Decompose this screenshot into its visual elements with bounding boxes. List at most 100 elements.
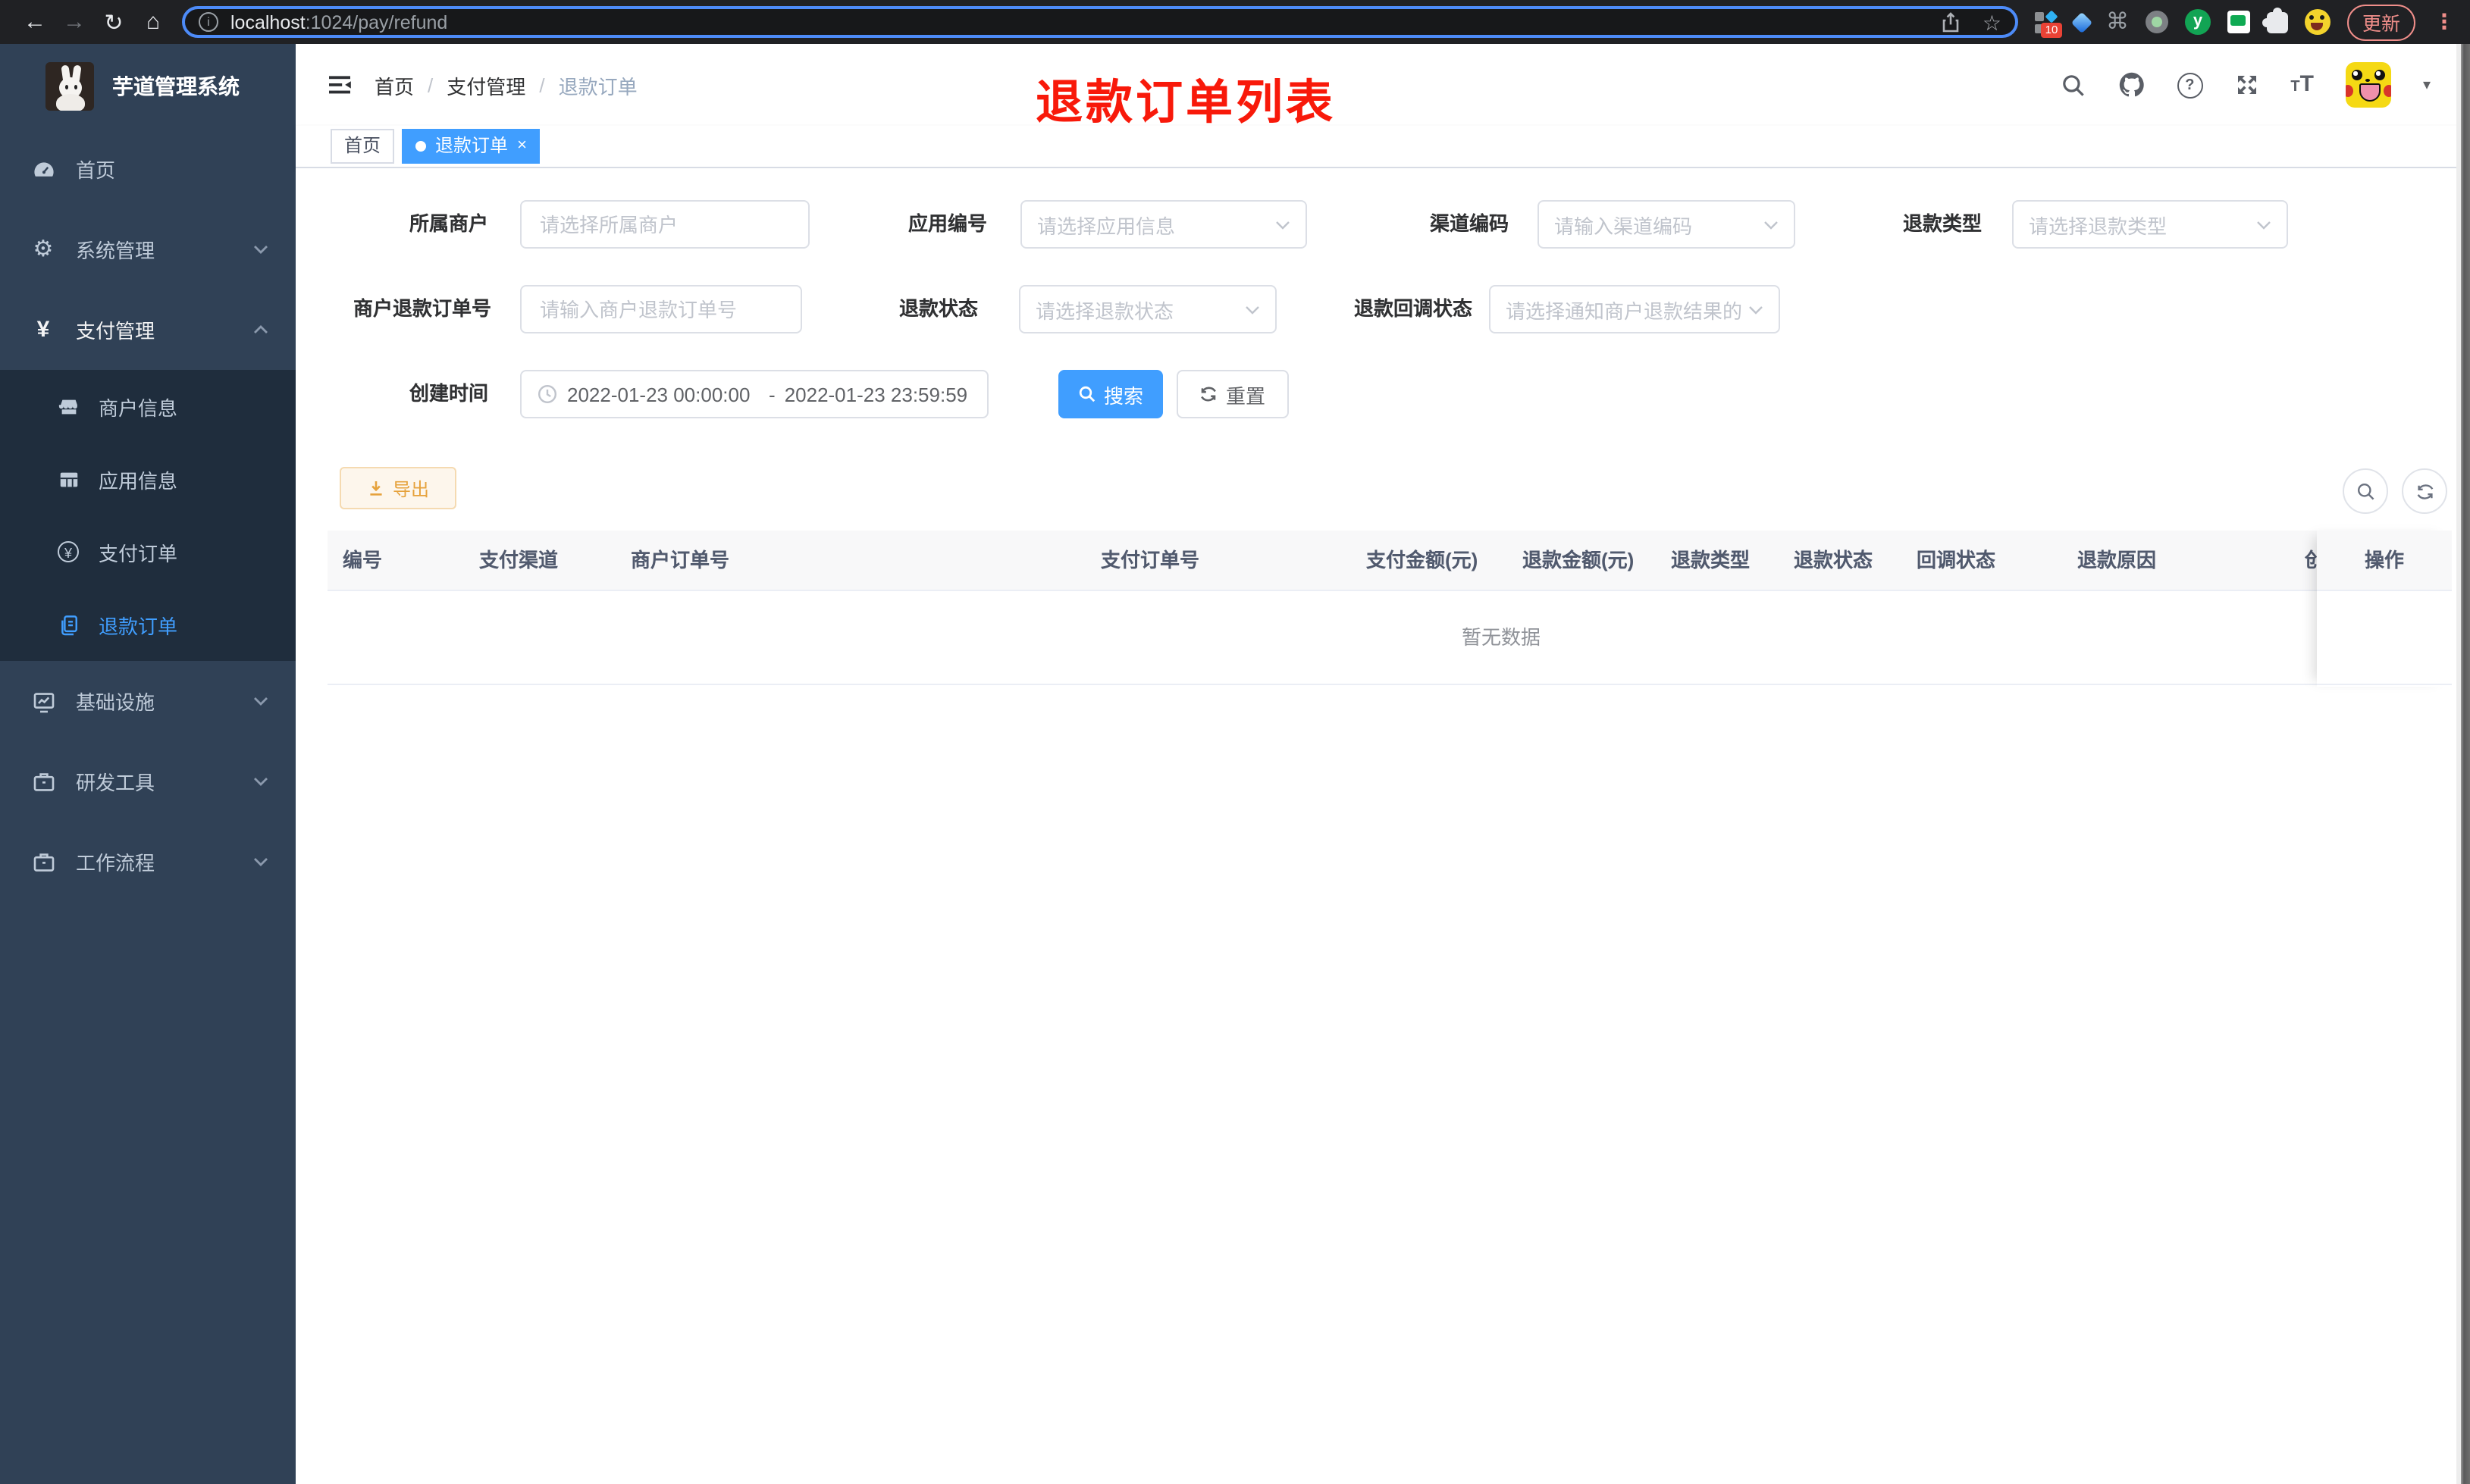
export-button[interactable]: 导出 [340, 467, 456, 509]
sidebar-item-devtools[interactable]: 研发工具 [0, 741, 296, 822]
breadcrumb: 首页 / 支付管理 / 退款订单 [375, 70, 638, 99]
app-select[interactable]: 请选择应用信息 [1020, 200, 1307, 249]
sidebar-item-workflow[interactable]: 工作流程 [0, 822, 296, 902]
font-size-icon[interactable]: TT [2290, 72, 2314, 98]
tab-refund-order[interactable]: 退款订单 × [402, 129, 541, 164]
select-placeholder: 请选择退款状态 [1036, 299, 1174, 322]
chevron-down-icon [2256, 219, 2271, 230]
notify-status-select[interactable]: 请选择通知商户退款结果的 [1489, 285, 1780, 333]
grid-diamond [2045, 9, 2058, 23]
page-annotation: 退款订单列表 [1036, 76, 1336, 129]
browser-menu-icon[interactable]: ⋮ [2432, 9, 2455, 35]
column-header: 回调状态 [1917, 549, 1996, 571]
chevron-down-icon [253, 243, 268, 254]
search-button-label: 搜索 [1103, 384, 1143, 407]
chevron-down-icon [1763, 219, 1779, 230]
download-icon [367, 479, 385, 497]
column-header: 商户订单号 [631, 549, 730, 571]
sidebar-item-label: 研发工具 [76, 772, 155, 794]
sidebar-item-label: 退款订单 [99, 615, 178, 637]
extension-grid-icon[interactable]: 10 [2033, 9, 2062, 37]
yen-icon: ¥ [36, 317, 50, 343]
search-button[interactable]: 搜索 [1058, 370, 1163, 418]
close-icon[interactable]: × [517, 137, 527, 155]
briefcase-icon [30, 850, 56, 874]
refresh-table-button[interactable] [2402, 468, 2447, 514]
tab-label: 退款订单 [435, 135, 509, 156]
browser-forward-icon[interactable]: → [55, 9, 94, 35]
extension-chat-icon[interactable] [2227, 11, 2250, 33]
sidebar-item-infra[interactable]: 基础设施 [0, 661, 296, 741]
address-bar[interactable]: i localhost:1024/pay/refund ☆ [182, 6, 2018, 38]
sidebar-fold-icon[interactable] [326, 71, 353, 99]
merchant-input[interactable] [520, 200, 810, 249]
tab-home[interactable]: 首页 [331, 129, 395, 164]
emoji-eye [2309, 15, 2315, 20]
breadcrumb-pay[interactable]: 支付管理 [447, 70, 525, 99]
sidebar-item-merchant-info[interactable]: 商户信息 [0, 370, 296, 443]
browser-update-button[interactable]: 更新 [2346, 4, 2415, 40]
fullscreen-icon[interactable] [2234, 73, 2258, 97]
extension-gem-icon[interactable] [2070, 11, 2093, 33]
merchant-refund-no-input[interactable] [520, 285, 802, 333]
sidebar-item-pay[interactable]: ¥ 支付管理 [0, 290, 296, 370]
table-fixed-actions-column: 操作 [2317, 531, 2452, 687]
chevron-up-icon [253, 324, 268, 334]
sidebar-item-refund-order[interactable]: 退款订单 [0, 588, 296, 661]
table-empty-row [328, 591, 2452, 685]
bookmark-star-icon[interactable]: ☆ [1983, 11, 2001, 33]
sidebar-item-home[interactable]: 首页 [0, 129, 296, 209]
column-header: 支付渠道 [479, 549, 559, 571]
filter-label-merchant: 所属商户 [409, 212, 488, 235]
create-time-range-picker[interactable]: 2022-01-23 00:00:00 - 2022-01-23 23:59:5… [520, 370, 989, 418]
refund-type-select[interactable]: 请选择退款类型 [2012, 200, 2288, 249]
select-placeholder: 请选择通知商户退款结果的 [1506, 299, 1743, 322]
chevron-down-icon [1245, 304, 1260, 315]
sidebar-item-label: 系统管理 [76, 240, 155, 262]
sidebar-item-system[interactable]: ⚙ 系统管理 [0, 209, 296, 290]
extension-circle-icon[interactable] [2145, 11, 2168, 33]
sidebar-logo-row[interactable]: 芋道管理系统 [0, 44, 296, 129]
breadcrumb-home[interactable]: 首页 [375, 70, 414, 99]
extension-puzzle-icon[interactable] [2262, 7, 2288, 33]
sidebar-item-pay-order[interactable]: ¥ 支付订单 [0, 515, 296, 588]
chevron-down-icon [253, 695, 268, 706]
tab-label: 首页 [344, 135, 381, 156]
extension-command-icon[interactable]: ⌘ [2106, 11, 2129, 33]
content-area [296, 168, 2470, 1484]
grid-square [2034, 11, 2044, 20]
site-info-icon[interactable]: i [199, 12, 218, 32]
avatar-caret-icon[interactable]: ▾ [2423, 77, 2431, 93]
browser-reload-icon[interactable]: ↻ [94, 8, 133, 36]
browser-back-icon[interactable]: ← [15, 9, 55, 35]
extension-y-icon[interactable]: y [2184, 9, 2211, 35]
chevron-down-icon [1748, 304, 1763, 315]
extension-emoji-icon[interactable] [2304, 9, 2331, 35]
help-icon[interactable]: ? [2177, 72, 2203, 98]
column-header: 支付金额(元) [1366, 549, 1478, 571]
github-icon[interactable] [2117, 71, 2145, 99]
refresh-icon [1200, 385, 1218, 403]
browser-home-icon[interactable]: ⌂ [133, 9, 173, 35]
fixed-column-empty-cell [2317, 591, 2452, 685]
clock-icon [537, 384, 558, 405]
chevron-down-icon [253, 856, 268, 866]
url-path: :1024/pay/refund [305, 11, 448, 33]
share-icon[interactable] [1942, 11, 1961, 33]
filter-label-app: 应用编号 [907, 212, 987, 235]
url-text[interactable]: localhost:1024/pay/refund [230, 11, 1942, 33]
sidebar-item-app-info[interactable]: 应用信息 [0, 443, 296, 515]
filter-label-create-time: 创建时间 [409, 382, 488, 405]
refund-status-select[interactable]: 请选择退款状态 [1019, 285, 1277, 333]
date-end-value: 2022-01-23 23:59:59 [784, 383, 968, 405]
avatar-cheek [2383, 85, 2391, 97]
chevron-down-icon [253, 775, 268, 786]
channel-select[interactable]: 请输入渠道编码 [1537, 200, 1795, 249]
show-search-toggle-button[interactable] [2343, 468, 2388, 514]
shop-icon [56, 395, 80, 418]
document-icon [56, 613, 80, 636]
reset-button[interactable]: 重置 [1177, 370, 1289, 418]
search-icon[interactable] [2060, 72, 2086, 98]
app-title: 芋道管理系统 [112, 74, 240, 99]
user-avatar[interactable] [2345, 62, 2391, 108]
